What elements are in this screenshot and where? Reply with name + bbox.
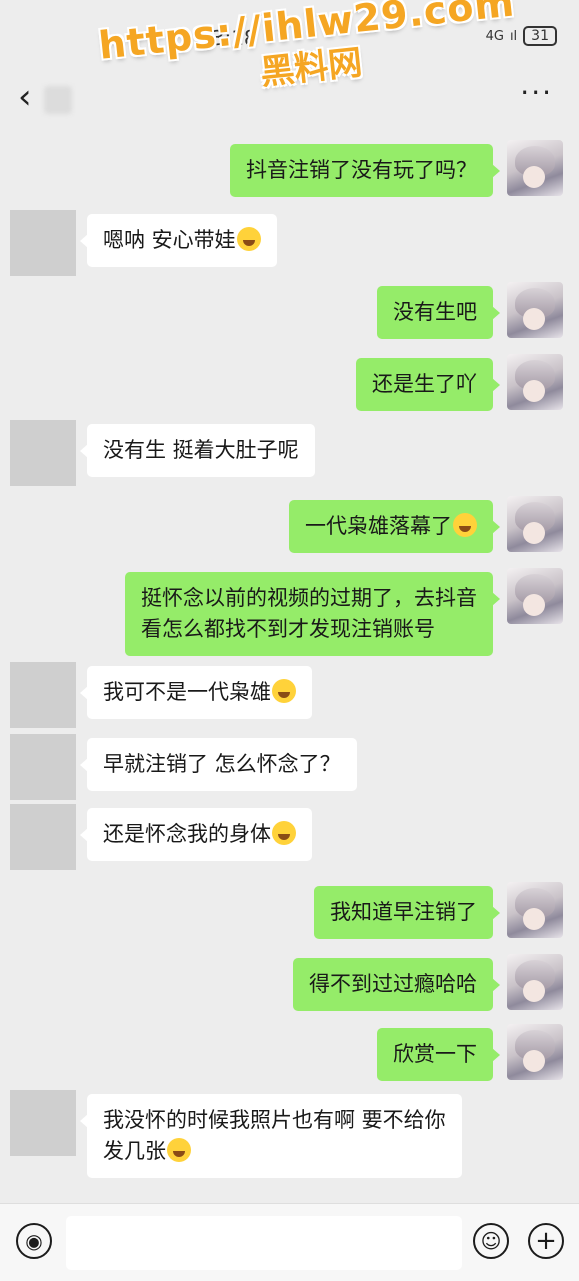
message-text: 我没怀的时候我照片也有啊 要不给你 发几张 <box>103 1108 446 1163</box>
message-bubble[interactable]: 没有生 挺着大肚子呢 <box>80 424 315 477</box>
message-row: 没有生吧 <box>0 282 579 339</box>
input-bar: ◉ ☺ + <box>0 1203 579 1281</box>
message-bubble[interactable]: 抖音注销了没有玩了吗？ <box>230 144 500 197</box>
contact-avatar[interactable] <box>10 420 76 486</box>
message-text: 还是生了吖 <box>372 372 477 396</box>
emoji-icon[interactable]: ☺ <box>473 1223 509 1259</box>
message-row: 还是怀念我的身体 <box>0 804 579 870</box>
message-bubble[interactable]: 还是怀念我的身体 <box>80 808 312 861</box>
message-row: 我可不是一代枭雄 <box>0 662 579 728</box>
message-text: 欣赏一下 <box>393 1042 477 1066</box>
message-row: 得不到过过瘾哈哈 <box>0 954 579 1011</box>
message-bubble[interactable]: 我知道早注销了 <box>314 886 500 939</box>
message-text: 没有生吧 <box>393 300 477 324</box>
message-bubble[interactable]: 挺怀念以前的视频的过期了，去抖音 看怎么都找不到才发现注销账号 <box>125 572 500 656</box>
laughing-emoji-icon <box>236 227 261 251</box>
message-bubble[interactable]: 没有生吧 <box>377 286 500 339</box>
laughing-emoji-icon <box>272 821 296 845</box>
message-list[interactable]: 抖音注销了没有玩了吗？ 嗯呐 安心带娃没有生吧还是生了吖没有生 挺着大肚子呢一代枭… <box>0 128 579 1198</box>
message-row: 嗯呐 安心带娃 <box>0 210 579 276</box>
message-text: 没有生 挺着大肚子呢 <box>103 438 299 462</box>
message-bubble[interactable]: 早就注销了 怎么怀念了？ <box>80 738 357 791</box>
message-bubble[interactable]: 一代枭雄落幕了 <box>289 500 500 553</box>
chat-header: ‹ ··· <box>0 72 579 128</box>
message-row: 抖音注销了没有玩了吗？ <box>0 140 579 197</box>
contact-avatar[interactable] <box>10 804 76 870</box>
my-avatar[interactable] <box>507 568 563 624</box>
my-avatar[interactable] <box>507 882 563 938</box>
laughing-emoji-icon <box>272 679 296 703</box>
message-bubble[interactable]: 我可不是一代枭雄 <box>80 666 312 719</box>
message-bubble[interactable]: 我没怀的时候我照片也有啊 要不给你 发几张 <box>80 1094 462 1178</box>
chevron-left-icon[interactable]: ‹ <box>18 80 32 114</box>
message-row: 挺怀念以前的视频的过期了，去抖音 看怎么都找不到才发现注销账号 <box>0 568 579 656</box>
laughing-emoji-icon <box>167 1138 191 1162</box>
message-input[interactable] <box>66 1216 462 1270</box>
laughing-emoji-icon <box>453 513 477 537</box>
plus-icon[interactable]: + <box>528 1223 564 1259</box>
contact-name-blurred <box>44 86 72 114</box>
message-text: 早就注销了 怎么怀念了？ <box>103 752 341 776</box>
my-avatar[interactable] <box>507 282 563 338</box>
contact-avatar[interactable] <box>10 734 76 800</box>
message-row: 我没怀的时候我照片也有啊 要不给你 发几张 <box>0 1090 579 1178</box>
message-bubble[interactable]: 得不到过过瘾哈哈 <box>293 958 500 1011</box>
message-text: 抖音注销了没有玩了吗？ <box>246 158 477 182</box>
voice-icon[interactable]: ◉ <box>16 1223 52 1259</box>
message-row: 没有生 挺着大肚子呢 <box>0 420 579 486</box>
contact-avatar[interactable] <box>10 662 76 728</box>
message-text: 我知道早注销了 <box>330 900 477 924</box>
message-bubble[interactable]: 还是生了吖 <box>356 358 500 411</box>
message-text: 我可不是一代枭雄 <box>103 680 271 704</box>
message-row: 我知道早注销了 <box>0 882 579 939</box>
my-avatar[interactable] <box>507 1024 563 1080</box>
my-avatar[interactable] <box>507 954 563 1010</box>
message-text: 得不到过过瘾哈哈 <box>309 972 477 996</box>
my-avatar[interactable] <box>507 140 563 196</box>
message-text: 挺怀念以前的视频的过期了，去抖音 看怎么都找不到才发现注销账号 <box>141 586 477 641</box>
my-avatar[interactable] <box>507 354 563 410</box>
message-text: 还是怀念我的身体 <box>103 822 271 846</box>
battery-icon: 31 <box>523 26 557 46</box>
message-row: 一代枭雄落幕了 <box>0 496 579 553</box>
message-row: 欣赏一下 <box>0 1024 579 1081</box>
message-text: 一代枭雄落幕了 <box>305 514 452 538</box>
contact-avatar[interactable] <box>10 1090 76 1156</box>
contact-avatar[interactable] <box>10 210 76 276</box>
message-row: 还是生了吖 <box>0 354 579 411</box>
message-bubble[interactable]: 欣赏一下 <box>377 1028 500 1081</box>
more-dots-icon[interactable]: ··· <box>520 76 553 109</box>
message-text: 嗯呐 安心带娃 <box>103 228 236 252</box>
message-bubble[interactable]: 嗯呐 安心带娃 <box>80 214 277 267</box>
message-row: 早就注销了 怎么怀念了？ <box>0 734 579 800</box>
my-avatar[interactable] <box>507 496 563 552</box>
